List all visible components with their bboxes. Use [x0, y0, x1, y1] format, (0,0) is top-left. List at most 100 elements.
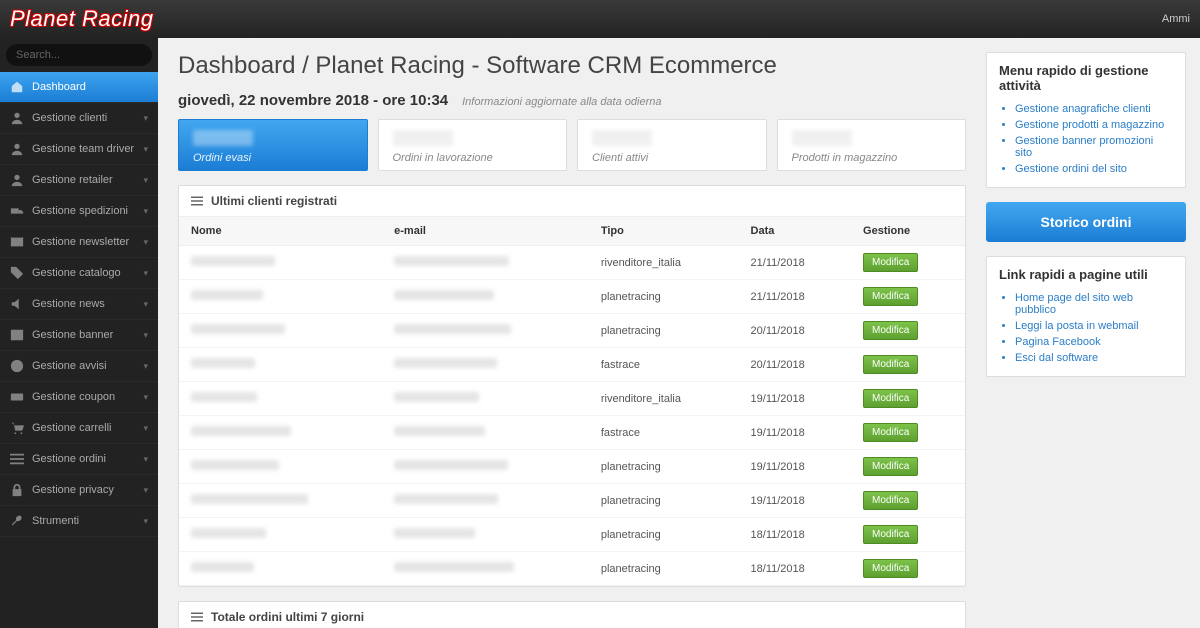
truck-icon	[10, 204, 24, 218]
quick-link[interactable]: Pagina Facebook	[1015, 334, 1173, 350]
stat-label: Ordini in lavorazione	[393, 152, 553, 164]
sidebar-item-label: Gestione carrelli	[32, 422, 111, 434]
sidebar-item-gestione-avvisi[interactable]: Gestione avvisi▾	[0, 351, 158, 382]
cell-date: 18/11/2018	[739, 518, 852, 552]
user-menu[interactable]: Ammi	[1162, 13, 1190, 25]
redacted-email	[394, 562, 514, 572]
edit-button[interactable]: Modifica	[863, 355, 918, 374]
quick-menu-link[interactable]: Gestione ordini del sito	[1015, 161, 1173, 177]
current-datetime: giovedì, 22 novembre 2018 - ore 10:34	[178, 92, 448, 109]
sidebar-item-gestione-banner[interactable]: Gestione banner▾	[0, 320, 158, 351]
edit-button[interactable]: Modifica	[863, 389, 918, 408]
recent-clients-panel: Ultimi clienti registrati Nome e-mail Ti…	[178, 185, 966, 587]
col-date: Data	[739, 217, 852, 246]
cell-date: 21/11/2018	[739, 280, 852, 314]
edit-button[interactable]: Modifica	[863, 457, 918, 476]
sidebar-item-gestione-newsletter[interactable]: Gestione newsletter▾	[0, 227, 158, 258]
sidebar-item-gestione-catalogo[interactable]: Gestione catalogo▾	[0, 258, 158, 289]
cell-date: 21/11/2018	[739, 246, 852, 280]
sidebar-item-gestione-spedizioni[interactable]: Gestione spedizioni▾	[0, 196, 158, 227]
cell-date: 19/11/2018	[739, 450, 852, 484]
edit-button[interactable]: Modifica	[863, 321, 918, 340]
user-icon	[10, 173, 24, 187]
cell-type: fastrace	[589, 416, 739, 450]
stat-card[interactable]: Ordini evasi	[178, 119, 368, 171]
chevron-down-icon: ▾	[143, 516, 148, 527]
speaker-icon	[10, 297, 24, 311]
sidebar-item-gestione-clienti[interactable]: Gestione clienti▾	[0, 103, 158, 134]
list-icon	[191, 611, 203, 623]
history-orders-button[interactable]: Storico ordini	[986, 202, 1186, 242]
edit-button[interactable]: Modifica	[863, 491, 918, 510]
edit-button[interactable]: Modifica	[863, 423, 918, 442]
right-column: Menu rapido di gestione attività Gestion…	[986, 38, 1200, 628]
ticket-icon	[10, 390, 24, 404]
sidebar-item-gestione-coupon[interactable]: Gestione coupon▾	[0, 382, 158, 413]
sidebar-item-gestione-team-driver[interactable]: Gestione team driver▾	[0, 134, 158, 165]
stat-label: Prodotti in magazzino	[792, 152, 952, 164]
redacted-name	[191, 358, 255, 368]
redacted-name	[191, 562, 254, 572]
table-row: planetracing18/11/2018Modifica	[179, 552, 965, 586]
redacted-email	[394, 528, 475, 538]
sidebar: Search... DashboardGestione clienti▾Gest…	[0, 38, 158, 628]
cell-type: planetracing	[589, 280, 739, 314]
quick-links-box: Link rapidi a pagine utili Home page del…	[986, 256, 1186, 377]
sidebar-item-gestione-news[interactable]: Gestione news▾	[0, 289, 158, 320]
quick-menu-link[interactable]: Gestione anagrafiche clienti	[1015, 101, 1173, 117]
quick-link[interactable]: Home page del sito web pubblico	[1015, 290, 1173, 318]
sidebar-item-label: Gestione banner	[32, 329, 113, 341]
sidebar-item-dashboard[interactable]: Dashboard	[0, 72, 158, 103]
stat-card[interactable]: Ordini in lavorazione	[378, 119, 568, 171]
sidebar-item-label: Strumenti	[32, 515, 79, 527]
cell-type: planetracing	[589, 450, 739, 484]
panel-title: Totale ordini ultimi 7 giorni	[211, 610, 364, 624]
cell-date: 19/11/2018	[739, 382, 852, 416]
quick-link[interactable]: Leggi la posta in webmail	[1015, 318, 1173, 334]
table-row: rivenditore_italia19/11/2018Modifica	[179, 382, 965, 416]
redacted-email	[394, 392, 478, 402]
edit-button[interactable]: Modifica	[863, 253, 918, 272]
sidebar-item-gestione-retailer[interactable]: Gestione retailer▾	[0, 165, 158, 196]
brand-logo: Planet Racing	[10, 6, 153, 32]
lock-icon	[10, 483, 24, 497]
home-icon	[10, 80, 24, 94]
stat-cards: Ordini evasi Ordini in lavorazione Clienti…	[178, 119, 966, 171]
sidebar-item-label: Gestione clienti	[32, 112, 107, 124]
sidebar-item-strumenti[interactable]: Strumenti ▾	[0, 506, 158, 537]
redacted-name	[191, 528, 266, 538]
redacted-email	[394, 256, 508, 266]
sidebar-item-label: Gestione team driver	[32, 143, 134, 155]
sidebar-item-label: Gestione privacy	[32, 484, 114, 496]
cell-date: 19/11/2018	[739, 416, 852, 450]
edit-button[interactable]: Modifica	[863, 287, 918, 306]
chevron-down-icon: ▾	[143, 175, 148, 186]
panel-title: Ultimi clienti registrati	[211, 194, 337, 208]
quick-menu-link[interactable]: Gestione banner promozioni sito	[1015, 133, 1173, 161]
stat-value	[792, 130, 852, 146]
edit-button[interactable]: Modifica	[863, 559, 918, 578]
table-row: rivenditore_italia21/11/2018Modifica	[179, 246, 965, 280]
quick-menu-link[interactable]: Gestione prodotti a magazzino	[1015, 117, 1173, 133]
stat-label: Ordini evasi	[193, 152, 353, 164]
stat-card[interactable]: Clienti attivi	[577, 119, 767, 171]
table-row: fastrace19/11/2018 Modifica	[179, 416, 965, 450]
sidebar-item-gestione-ordini[interactable]: Gestione ordini▾	[0, 444, 158, 475]
sidebar-item-label: Gestione avvisi	[32, 360, 107, 372]
sidebar-item-label: Gestione coupon	[32, 391, 115, 403]
redacted-name	[191, 324, 285, 334]
search-input[interactable]: Search...	[6, 44, 152, 66]
edit-button[interactable]: Modifica	[863, 525, 918, 544]
stat-label: Clienti attivi	[592, 152, 752, 164]
redacted-email	[394, 358, 496, 368]
table-row: planetracing21/11/2018 Modifica	[179, 280, 965, 314]
cell-type: planetracing	[589, 484, 739, 518]
redacted-email	[394, 290, 494, 300]
cell-date: 20/11/2018	[739, 348, 852, 382]
sidebar-item-gestione-privacy[interactable]: Gestione privacy▾	[0, 475, 158, 506]
sidebar-item-gestione-carrelli[interactable]: Gestione carrelli▾	[0, 413, 158, 444]
stat-card[interactable]: Prodotti in magazzino	[777, 119, 967, 171]
cell-type: fastrace	[589, 348, 739, 382]
quick-link[interactable]: Esci dal software	[1015, 350, 1173, 366]
sidebar-item-label: Gestione news	[32, 298, 105, 310]
